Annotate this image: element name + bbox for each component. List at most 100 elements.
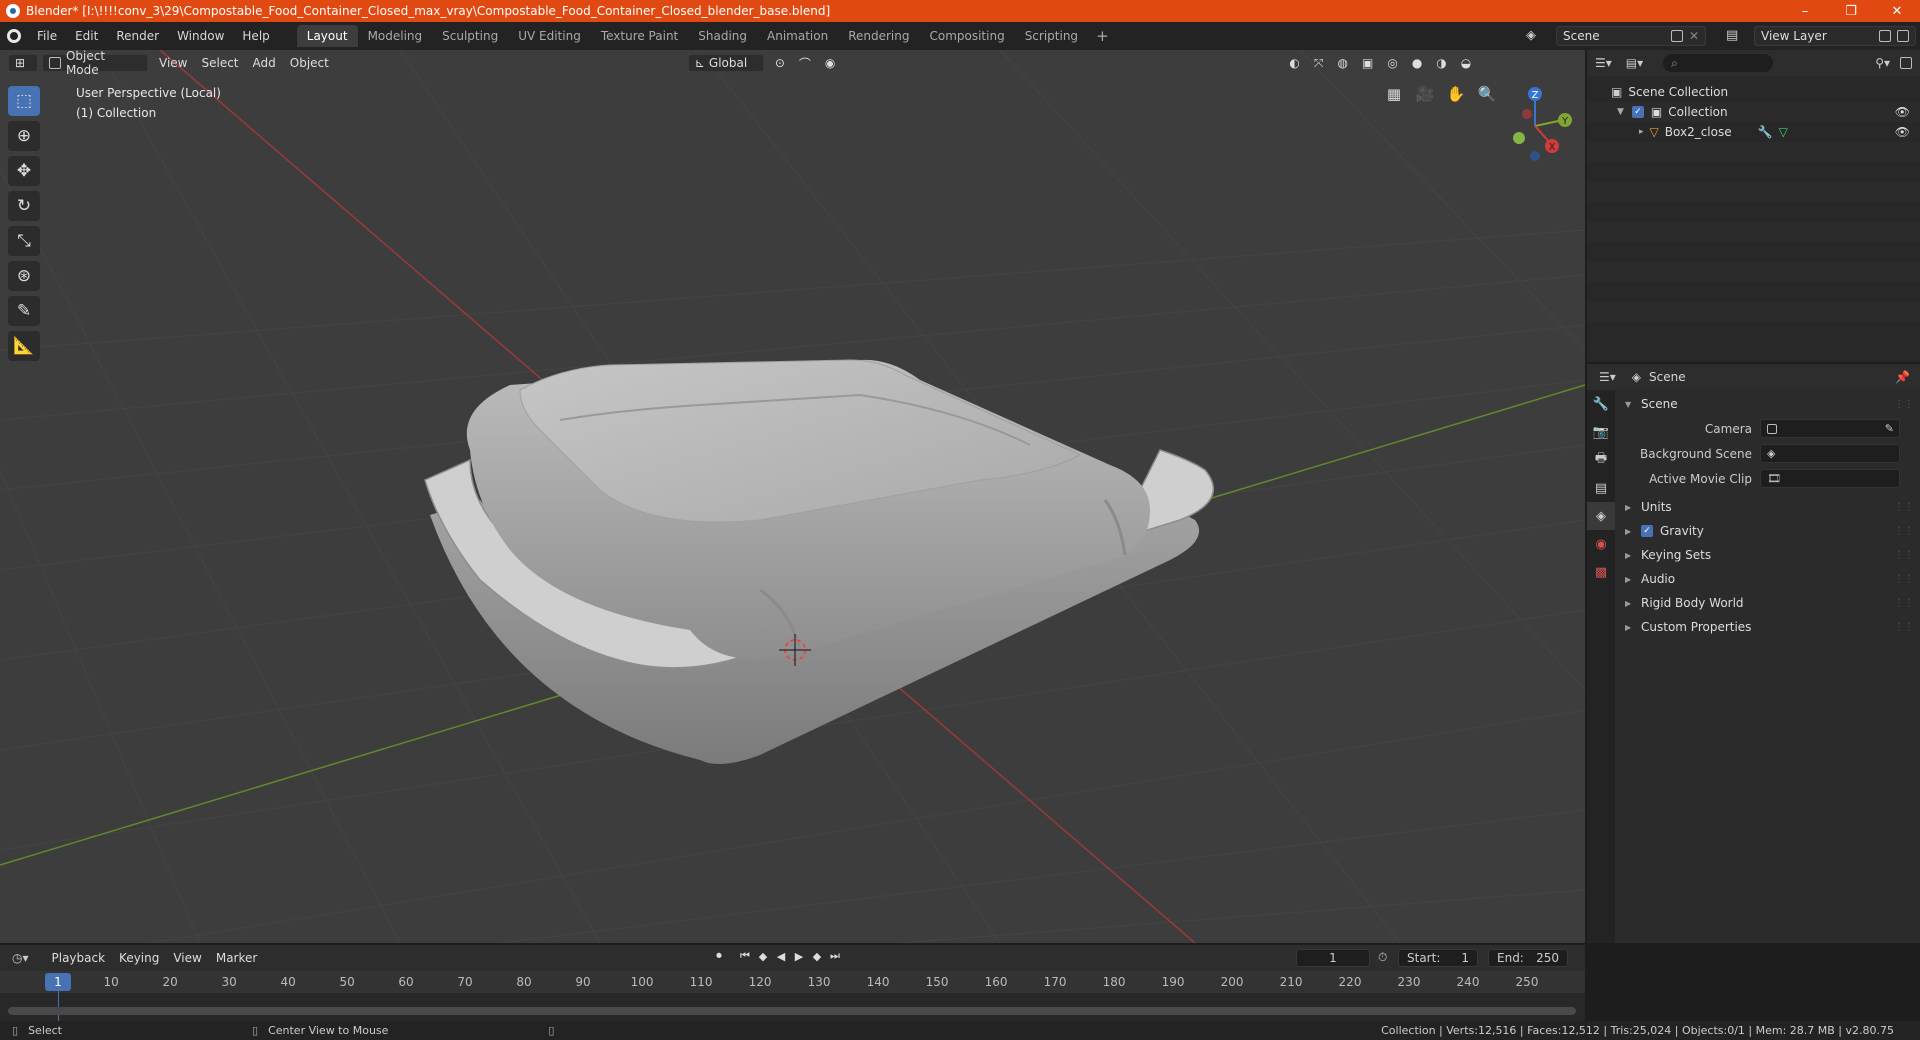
playhead-line[interactable] xyxy=(58,991,59,1021)
drag-handle-icon[interactable]: ⋮⋮ xyxy=(1894,574,1914,585)
audio-panel-header[interactable]: ▶ Audio ⋮⋮ xyxy=(1615,567,1920,591)
tab-rendering[interactable]: Rendering xyxy=(838,25,919,47)
filter-icon[interactable]: ⚲▾ xyxy=(1875,56,1890,70)
move-tool[interactable]: ✥ xyxy=(8,156,40,186)
cursor-tool[interactable]: ⊕ xyxy=(8,121,40,151)
new-view-layer-icon[interactable] xyxy=(1879,30,1891,42)
rigid-body-world-panel-header[interactable]: ▶ Rigid Body World ⋮⋮ xyxy=(1615,591,1920,615)
menu-window[interactable]: Window xyxy=(168,29,233,43)
rendered-shading-icon[interactable]: ◒ xyxy=(1454,56,1478,70)
food-container-model[interactable] xyxy=(424,359,1215,764)
drag-handle-icon[interactable]: ⋮⋮ xyxy=(1894,598,1914,609)
play-icon[interactable]: ▶ xyxy=(790,950,808,963)
drag-handle-icon[interactable]: ⋮⋮ xyxy=(1894,526,1914,537)
tab-layout[interactable]: Layout xyxy=(296,25,358,47)
play-reverse-icon[interactable]: ◀ xyxy=(772,950,790,963)
tab-compositing[interactable]: Compositing xyxy=(919,25,1014,47)
tab-texture[interactable]: ▩ xyxy=(1587,558,1615,586)
active-movie-clip-input[interactable]: 🎞 xyxy=(1760,469,1900,488)
viewport-menu-object[interactable]: Object xyxy=(283,56,336,70)
scene-selector[interactable]: Scene ✕ xyxy=(1556,26,1706,46)
camera-input[interactable]: ✎ xyxy=(1760,419,1900,438)
eyedropper-icon[interactable]: ✎ xyxy=(1885,422,1894,435)
solid-shading-icon[interactable]: ● xyxy=(1405,56,1429,70)
outliner-search-input[interactable]: ⌕ xyxy=(1663,54,1774,72)
frame-ruler[interactable]: 1 10 20 30 40 50 60 70 80 90 100 110 120 130 140 150 160… xyxy=(0,971,1585,1021)
snap-icon[interactable]: ⌒ xyxy=(792,55,818,72)
pan-hand-icon[interactable]: ✋ xyxy=(1442,80,1470,108)
tab-scripting[interactable]: Scripting xyxy=(1015,25,1088,47)
outliner-row-collection[interactable]: ▼ ✓ ▣ Collection 👁 xyxy=(1587,102,1920,122)
visibility-icon[interactable]: ◐ xyxy=(1282,56,1306,70)
keying-sets-panel-header[interactable]: ▶ Keying Sets ⋮⋮ xyxy=(1615,543,1920,567)
start-frame-input[interactable]: Start: 1 xyxy=(1398,949,1478,967)
mesh-data-icon[interactable]: ▽ xyxy=(1779,125,1788,139)
collection-checkbox[interactable]: ✓ xyxy=(1631,106,1644,118)
pin-icon[interactable]: 📌 xyxy=(1895,370,1910,384)
scene-browse-icon[interactable]: ◈ xyxy=(1526,28,1536,43)
tab-animation[interactable]: Animation xyxy=(757,25,838,47)
minimize-button[interactable]: – xyxy=(1782,0,1828,22)
annotate-tool[interactable]: ✎ xyxy=(8,296,40,326)
tab-texture-paint[interactable]: Texture Paint xyxy=(591,25,688,47)
close-button[interactable]: ✕ xyxy=(1874,0,1920,22)
overlays-icon[interactable]: ◍ xyxy=(1331,56,1355,70)
grid-view-icon[interactable]: ▦ xyxy=(1380,80,1408,108)
navigation-gizmo[interactable]: Z Y X xyxy=(1495,86,1575,166)
drag-handle-icon[interactable]: ⋮⋮ xyxy=(1894,502,1914,513)
drag-handle-icon[interactable]: ⋮⋮ xyxy=(1894,399,1914,410)
menu-edit[interactable]: Edit xyxy=(66,29,107,43)
transform-tool[interactable]: ⊛ xyxy=(8,261,40,291)
playhead-frame-indicator[interactable]: 1 xyxy=(45,973,71,991)
outliner-row-box2-close[interactable]: ▸ ▽ Box2_close 🔧 ▽ 👁 xyxy=(1587,122,1920,142)
timeline-scrollbar[interactable] xyxy=(8,1007,1576,1015)
modifier-wrench-icon[interactable]: 🔧 xyxy=(1758,125,1773,139)
tab-output[interactable]: 🖶 xyxy=(1587,446,1615,474)
units-panel-header[interactable]: ▶ Units ⋮⋮ xyxy=(1615,495,1920,519)
tab-uv-editing[interactable]: UV Editing xyxy=(508,25,591,47)
properties-editor-icon[interactable]: ☰▾ xyxy=(1599,370,1616,384)
jump-start-icon[interactable]: ⏮ xyxy=(736,949,754,963)
background-scene-input[interactable]: ◈ xyxy=(1760,444,1900,463)
proportional-edit-icon[interactable]: ◉ xyxy=(818,56,842,70)
menu-file[interactable]: File xyxy=(28,29,66,43)
tab-tool[interactable]: 🔧 xyxy=(1587,390,1615,418)
expand-arrow-icon[interactable]: ▸ xyxy=(1639,127,1644,137)
tab-world[interactable]: ◉ xyxy=(1587,530,1615,558)
expand-arrow-icon[interactable]: ▼ xyxy=(1617,107,1624,117)
xray-icon[interactable]: ▣ xyxy=(1355,56,1380,70)
remove-view-layer-icon[interactable] xyxy=(1897,30,1909,42)
outliner-editor-icon[interactable]: ☰▾ xyxy=(1595,56,1612,70)
material-shading-icon[interactable]: ◑ xyxy=(1429,56,1453,70)
blender-menu-icon[interactable] xyxy=(0,22,28,50)
custom-properties-panel-header[interactable]: ▶ Custom Properties ⋮⋮ xyxy=(1615,615,1920,639)
outliner-row-scene-collection[interactable]: ▣ Scene Collection xyxy=(1587,82,1920,102)
new-scene-icon[interactable] xyxy=(1671,30,1683,42)
view-layer-selector[interactable]: View Layer xyxy=(1754,26,1916,46)
tab-view-layer[interactable]: ▤ xyxy=(1587,474,1615,502)
drag-handle-icon[interactable]: ⋮⋮ xyxy=(1894,550,1914,561)
orientation-dropdown[interactable]: ⊾ Global xyxy=(687,54,764,72)
gizmo-toggle-icon[interactable]: ⤧ xyxy=(1307,56,1331,71)
viewport-menu-view[interactable]: View xyxy=(152,56,194,70)
camera-view-icon[interactable]: 🎥 xyxy=(1411,80,1439,108)
restore-button[interactable]: ❐ xyxy=(1828,0,1874,22)
stopwatch-icon[interactable]: ⏱ xyxy=(1378,950,1387,965)
add-workspace-button[interactable]: + xyxy=(1088,27,1117,45)
tab-scene[interactable]: ◈ xyxy=(1587,502,1615,530)
view-layer-browse-icon[interactable]: ▤ xyxy=(1726,28,1738,43)
select-box-tool[interactable]: ⬚ xyxy=(8,86,40,116)
menu-render[interactable]: Render xyxy=(107,29,168,43)
next-keyframe-icon[interactable]: ◆ xyxy=(808,950,826,963)
tab-shading[interactable]: Shading xyxy=(688,25,757,47)
tab-render[interactable]: 📷 xyxy=(1587,418,1615,446)
prev-keyframe-icon[interactable]: ◆ xyxy=(754,950,772,963)
eye-icon[interactable]: 👁 xyxy=(1895,105,1910,119)
display-mode-icon[interactable]: ▤▾ xyxy=(1626,56,1643,70)
scene-panel-header[interactable]: ▼ Scene ⋮⋮ xyxy=(1615,392,1920,416)
timeline-editor-icon[interactable]: ◷▾ xyxy=(12,951,29,965)
mode-dropdown[interactable]: Object Mode xyxy=(42,50,148,77)
menu-help[interactable]: Help xyxy=(233,29,278,43)
pivot-icon[interactable]: ⊙ xyxy=(768,56,792,70)
viewport-menu-select[interactable]: Select xyxy=(194,56,245,70)
